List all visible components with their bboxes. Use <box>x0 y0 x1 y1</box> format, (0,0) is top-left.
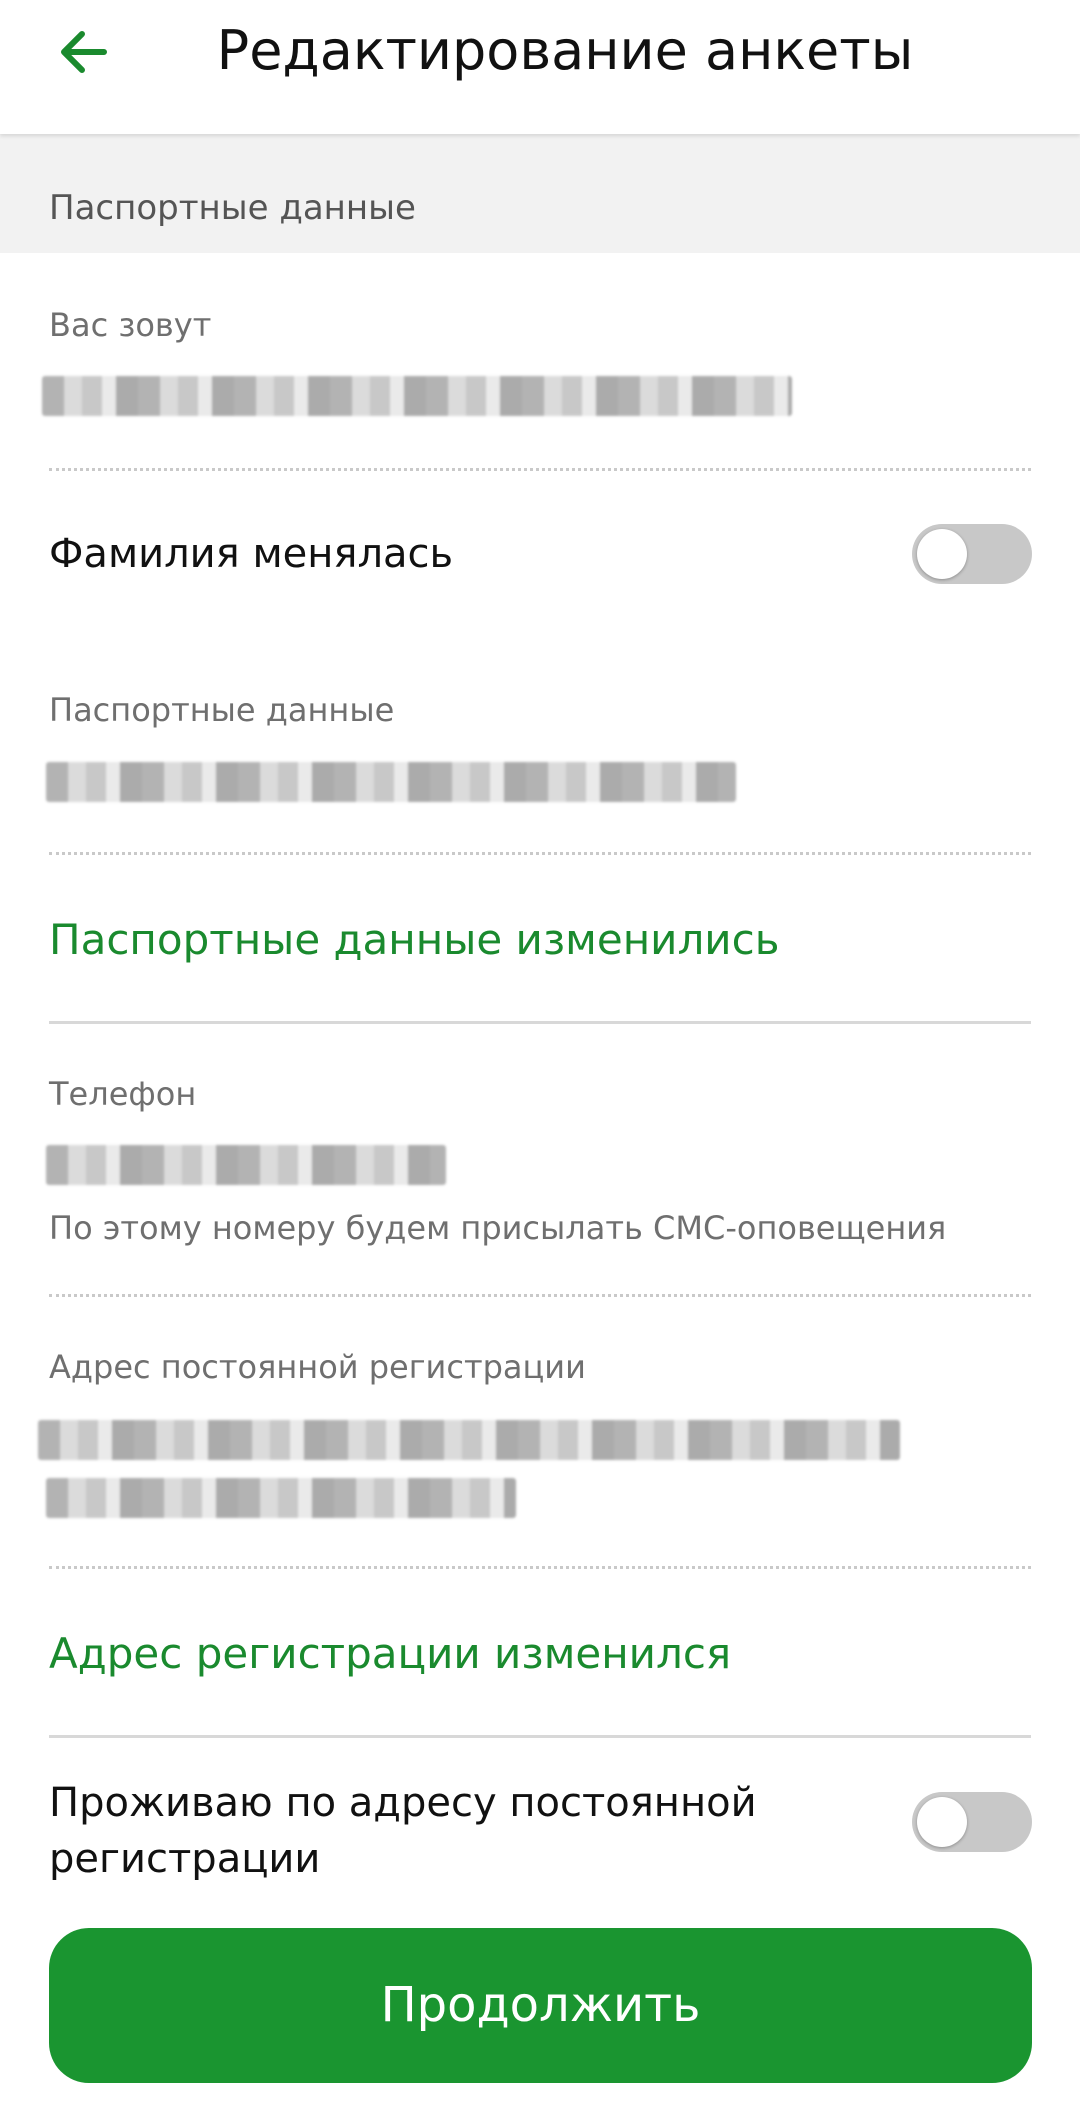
live-at-address-label: Проживаю по адресу постоянной регистраци… <box>49 1780 757 1882</box>
passport-label: Паспортные данные <box>49 691 395 729</box>
divider-dotted <box>49 852 1031 855</box>
app-header: Редактирование анкеты <box>0 0 1080 134</box>
section-title: Паспортные данные <box>49 188 416 228</box>
passport-value-redacted <box>46 762 736 802</box>
divider-dotted <box>49 1294 1031 1297</box>
address-label: Адрес постоянной регистрации <box>49 1348 586 1386</box>
surname-changed-toggle[interactable] <box>912 524 1032 584</box>
surname-changed-label: Фамилия менялась <box>49 531 454 577</box>
section-header: Паспортные данные <box>0 134 1080 253</box>
address-value-redacted-line2 <box>46 1478 516 1518</box>
divider-dotted <box>49 468 1031 471</box>
live-at-address-toggle[interactable] <box>912 1792 1032 1852</box>
divider-dotted <box>49 1566 1031 1569</box>
passport-changed-link[interactable]: Паспортные данные изменились <box>49 912 779 968</box>
name-value-redacted <box>42 376 792 416</box>
continue-button[interactable]: Продолжить <box>49 1928 1032 2083</box>
page-title: Редактирование анкеты <box>216 19 914 82</box>
toggle-knob <box>917 529 967 579</box>
address-value-redacted-line1 <box>38 1420 900 1460</box>
phone-label: Телефон <box>49 1075 197 1113</box>
name-label: Вас зовут <box>49 306 212 344</box>
phone-hint: По этому номеру будем присылать СМС-опов… <box>49 1209 947 1247</box>
address-changed-link[interactable]: Адрес регистрации изменился <box>49 1626 731 1682</box>
phone-value-redacted <box>46 1145 446 1185</box>
toggle-knob <box>917 1797 967 1847</box>
divider-solid <box>49 1735 1031 1738</box>
divider-solid <box>49 1021 1031 1024</box>
